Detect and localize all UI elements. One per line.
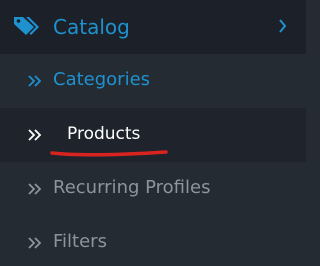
red-underline-annotation xyxy=(50,150,168,157)
chevron-right-icon[interactable] xyxy=(278,17,288,35)
menu-item-label: Filters xyxy=(53,231,107,252)
double-chevron-icon xyxy=(28,237,42,249)
double-chevron-icon xyxy=(28,183,42,195)
menu-item-label: Recurring Profiles xyxy=(53,177,211,198)
menu-item-categories[interactable]: Categories xyxy=(0,54,306,108)
catalog-menu: Catalog Categories Products Recurring Pr… xyxy=(0,0,306,266)
catalog-menu-header[interactable]: Catalog xyxy=(0,0,306,54)
tag-icon xyxy=(14,17,39,35)
menu-item-filters[interactable]: Filters xyxy=(0,216,306,266)
menu-item-recurring-profiles[interactable]: Recurring Profiles xyxy=(0,162,306,216)
double-chevron-icon xyxy=(28,129,42,141)
menu-item-label: Categories xyxy=(53,69,151,90)
menu-item-label: Products xyxy=(67,124,141,144)
catalog-label: Catalog xyxy=(53,15,130,39)
double-chevron-icon xyxy=(28,75,42,87)
